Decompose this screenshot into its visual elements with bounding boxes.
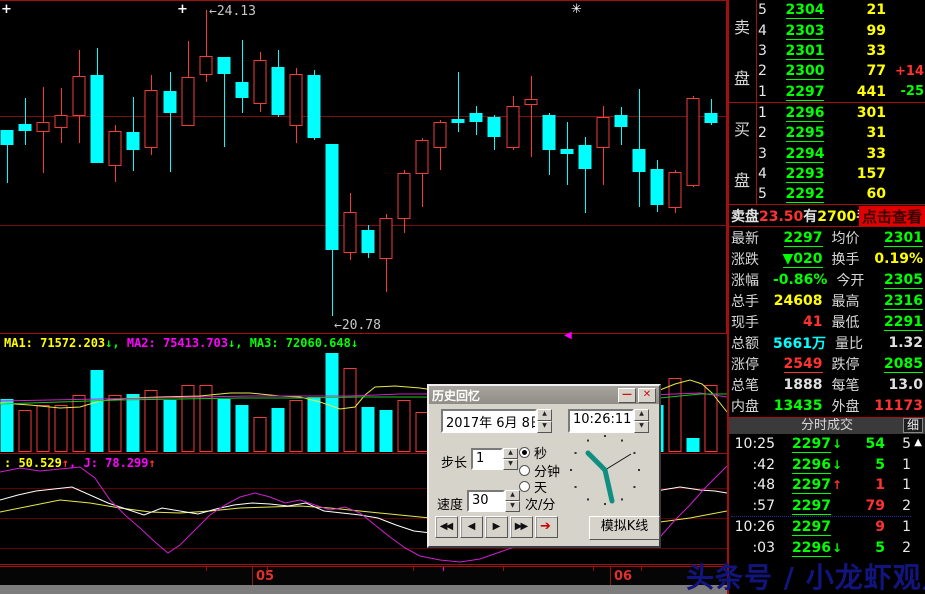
bid-side-label: 买盘 xyxy=(729,103,755,204)
kdj-readout: : 50.529↑, J: 78.299↑ xyxy=(4,456,156,470)
step-input[interactable]: 1 xyxy=(471,448,503,470)
stat-row: 最新2297均价2301 xyxy=(731,228,923,249)
fast-forward-button[interactable]: ▶▶ xyxy=(510,516,533,538)
tick-list-header: 分时成交 细 xyxy=(729,418,925,434)
dialog-title: 历史回忆 xyxy=(432,387,480,404)
radio-dot xyxy=(519,465,530,476)
high-price-label: ←24.13 xyxy=(209,4,256,19)
divider xyxy=(729,226,925,227)
bid-row[interactable]: 5229260 xyxy=(756,184,925,204)
chart-marker: ✳ xyxy=(571,2,582,17)
chart-marker: + xyxy=(177,2,188,17)
stat-row: 现手41最低2291 xyxy=(731,312,923,333)
spin-up-icon[interactable]: ▲ xyxy=(634,409,649,421)
spin-down-icon[interactable]: ▼ xyxy=(537,421,552,433)
radio-dot xyxy=(519,447,530,458)
stat-row: 涨停2549跌停2085 xyxy=(731,353,923,374)
tick-row: :422296↓51 xyxy=(731,455,911,476)
detail-button[interactable]: 细 xyxy=(903,418,923,433)
tick-row: 10:26229791 xyxy=(731,516,911,538)
jump-button[interactable]: ➔ xyxy=(535,516,558,538)
spin-down-icon[interactable]: ▼ xyxy=(505,501,520,512)
rewind-button[interactable]: ◀◀ xyxy=(435,516,458,538)
volume-ma-readout: MA1: 71572.203↓, MA2: 75413.703↓, MA3: 7… xyxy=(4,336,358,350)
candlestick-chart xyxy=(0,0,727,334)
quote-stats: 最新2297均价2301涨跌▼020换手0.19%涨幅-0.86%今开2305总… xyxy=(731,228,923,416)
sell-alert-row: 卖盘23.50有2700手 点击查看 xyxy=(731,205,925,226)
history-replay-dialog: 历史回忆 — ✕ 2017年 6月 8日 ▲ ▼ 10:26:11 ▲ ▼ 步长… xyxy=(427,384,661,548)
date-spinner[interactable]: ▲ ▼ xyxy=(537,409,552,433)
step-spinner[interactable]: ▲ ▼ xyxy=(503,448,518,470)
date-input[interactable]: 2017年 6月 8日 xyxy=(441,409,537,433)
bid-row[interactable]: 3229433 xyxy=(756,143,925,163)
ladder-divider xyxy=(729,102,925,103)
ask-side-label: 卖盘 xyxy=(729,0,755,102)
bid-ladder: 1229630122295313229433422931575229260 xyxy=(756,103,925,204)
axis-marker-triangle: ◀ xyxy=(564,330,572,341)
sell-alert-text: 卖盘23.50有2700手 xyxy=(731,206,870,226)
simulate-kline-button[interactable]: 模拟K线 xyxy=(589,516,660,540)
speed-unit-label: 次/分 xyxy=(525,494,555,513)
speed-label: 速度 xyxy=(437,494,463,513)
close-button[interactable]: ✕ xyxy=(638,388,656,403)
trading-app-window: MA1: 71572.203↓, MA2: 75413.703↓, MA3: 7… xyxy=(0,0,925,594)
status-bar xyxy=(0,585,727,594)
ask-row[interactable]: 4230399 xyxy=(756,20,925,40)
tick-row: :482297↑11 xyxy=(731,475,911,496)
x-axis: 05 06 xyxy=(0,566,727,586)
speed-input[interactable]: 30 xyxy=(467,490,505,512)
spin-up-icon[interactable]: ▲ xyxy=(537,409,552,421)
ask-row[interactable]: 3230133 xyxy=(756,41,925,61)
step-label: 步长 xyxy=(441,452,467,471)
stat-row: 总笔1888每笔13.0 xyxy=(731,374,923,395)
speed-spinner[interactable]: ▲ ▼ xyxy=(505,490,520,512)
quote-panel: 卖盘 5230421423039932301332230077+14122974… xyxy=(727,0,925,594)
low-price-label: ←20.78 xyxy=(334,318,381,333)
tick-row: 10:252297↓545 xyxy=(731,434,911,455)
bid-row[interactable]: 2229531 xyxy=(756,123,925,143)
radio-seconds[interactable]: 秒 xyxy=(519,443,547,462)
analog-clock xyxy=(559,430,651,514)
tick-row: :572297792 xyxy=(731,496,911,517)
watermark-text: 头条号 / 小龙虾观点 xyxy=(686,556,925,594)
dialog-titlebar[interactable]: 历史回忆 — ✕ xyxy=(429,386,659,404)
bid-row[interactable]: 12296301 xyxy=(756,103,925,123)
click-to-view-button[interactable]: 点击查看 xyxy=(859,206,925,227)
spin-up-icon[interactable]: ▲ xyxy=(505,490,520,501)
spin-up-icon[interactable]: ▲ xyxy=(503,448,518,459)
stat-row: 内盘13435外盘11173 xyxy=(731,395,923,416)
divider xyxy=(729,417,925,418)
spin-down-icon[interactable]: ▼ xyxy=(503,459,518,470)
tick-row: :032296↓52 xyxy=(731,538,911,559)
x-axis-label: 05 xyxy=(256,569,274,584)
step-back-button[interactable]: ◀ xyxy=(460,516,483,538)
bid-row[interactable]: 42293157 xyxy=(756,164,925,184)
minimize-button[interactable]: — xyxy=(618,388,636,403)
tick-list: 10:252297↓545:422296↓51:482297↑11:572297… xyxy=(731,434,911,558)
divider xyxy=(729,204,925,205)
radio-days[interactable]: 天 xyxy=(519,477,547,496)
stat-row: 涨跌▼020换手0.19% xyxy=(731,249,923,270)
x-axis-label: 06 xyxy=(614,569,632,584)
radio-dot xyxy=(519,481,530,492)
stat-row: 总额5661万量比1.32 xyxy=(731,332,923,353)
stat-row: 总手24608最高2316 xyxy=(731,291,923,312)
ask-row[interactable]: 12297441-25 xyxy=(756,82,925,102)
scroll-up-arrow[interactable]: ▲ xyxy=(914,437,922,448)
stat-row: 涨幅-0.86%今开2305 xyxy=(731,270,923,291)
ask-row[interactable]: 2230077+14 xyxy=(756,61,925,81)
ask-row[interactable]: 5230421 xyxy=(756,0,925,20)
chart-marker: + xyxy=(1,2,12,17)
ask-ladder: 5230421423039932301332230077+1412297441-… xyxy=(756,0,925,102)
tick-list-title: 分时成交 xyxy=(801,418,853,433)
play-button[interactable]: ▶ xyxy=(485,516,508,538)
